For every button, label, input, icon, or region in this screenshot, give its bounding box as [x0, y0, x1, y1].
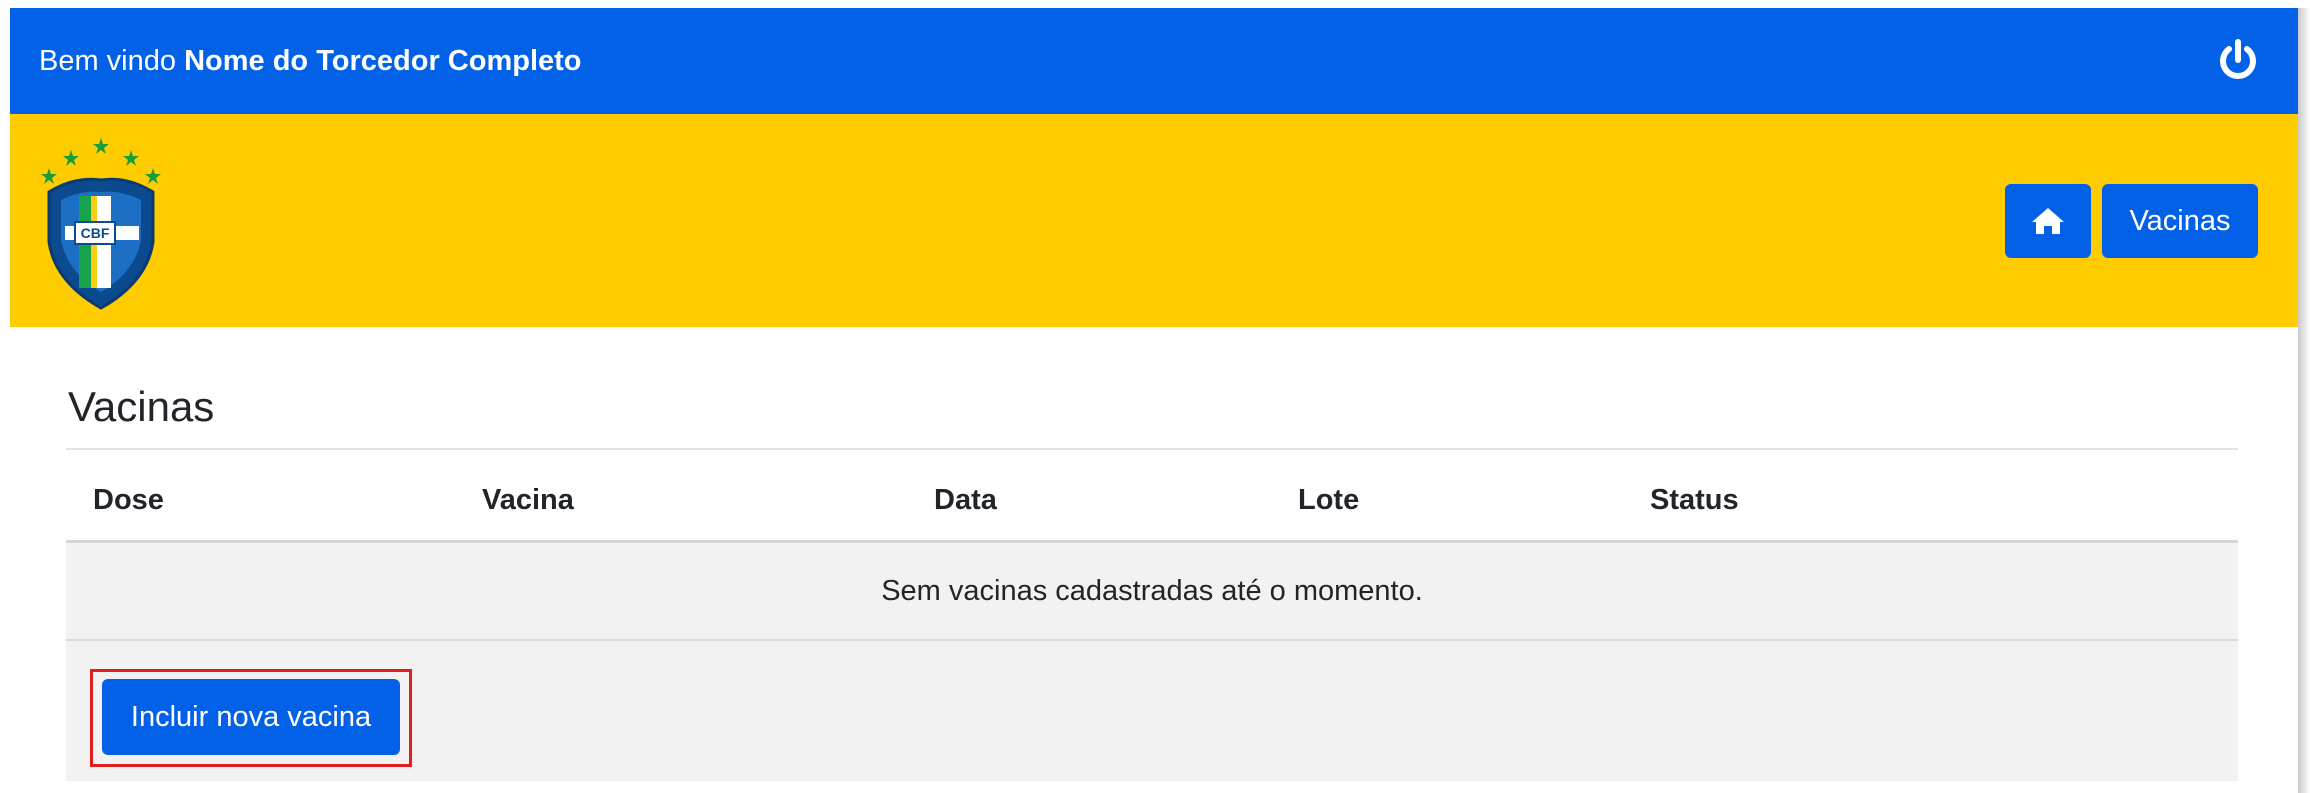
top-bar: Bem vindo Nome do Torcedor Completo	[10, 8, 2298, 114]
window-shadow	[2298, 8, 2310, 793]
screenshot-frame: Bem vindo Nome do Torcedor Completo CBF …	[0, 0, 2310, 793]
empty-table-message: Sem vacinas cadastradas até o momento.	[66, 543, 2238, 639]
table-header: Dose Vacina Data Lote Status	[66, 450, 2238, 540]
cbf-crest-logo[interactable]: CBF	[35, 132, 167, 310]
power-icon[interactable]	[2216, 38, 2260, 82]
user-name: Nome do Torcedor Completo	[184, 45, 582, 77]
nav-band: CBF Vacinas	[10, 114, 2298, 327]
column-header-status: Status	[1650, 484, 1739, 516]
page-title: Vacinas	[68, 383, 215, 430]
column-header-lote: Lote	[1298, 484, 1360, 516]
home-button[interactable]	[2005, 184, 2091, 258]
column-header-data: Data	[934, 484, 997, 516]
column-header-vacina: Vacina	[482, 484, 574, 516]
add-vaccine-button[interactable]: Incluir nova vacina	[102, 679, 400, 755]
app-window: Bem vindo Nome do Torcedor Completo CBF …	[10, 8, 2298, 793]
column-header-dose: Dose	[93, 484, 164, 516]
welcome-message: Bem vindo Nome do Torcedor Completo	[39, 44, 582, 78]
table-footer: Incluir nova vacina	[66, 641, 2238, 781]
home-icon	[2032, 208, 2064, 234]
crest-text: CBF	[81, 225, 110, 241]
welcome-prefix: Bem vindo	[39, 45, 177, 77]
nav-vacinas-button[interactable]: Vacinas	[2102, 184, 2258, 258]
